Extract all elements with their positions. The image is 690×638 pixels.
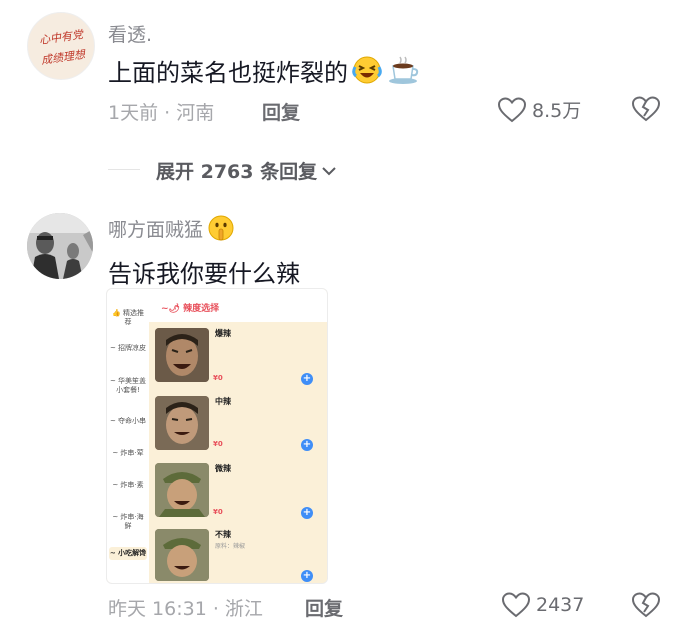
menu-sidebar: 👍 精选推荐 ~ 招牌凉皮 ~ 华美笙盖小套餐! ~ 夺命小串 ~ 炸串·荤 ~… [107, 289, 149, 583]
reply-button[interactable]: 回复 [305, 594, 343, 621]
chevron-down-icon [321, 163, 337, 179]
attached-image[interactable]: 👍 精选推荐 ~ 招牌凉皮 ~ 华美笙盖小套餐! ~ 夺命小串 ~ 炸串·荤 ~… [106, 288, 328, 584]
chili-icon: ~🌶 [161, 304, 180, 314]
broken-heart-icon [631, 592, 661, 622]
broken-heart-icon [631, 96, 661, 126]
comment-time-location: 1天前 · 河南 [108, 102, 215, 124]
heart-icon [497, 96, 527, 123]
comment-username[interactable]: 看透. [108, 20, 152, 47]
dislike-button[interactable] [631, 96, 661, 122]
sidebar-item: ~ 炸串·素 [112, 481, 144, 489]
menu-list: 爆辣 ¥0 + 中辣 ¥0 + 微辣 ¥0 + 不辣 原料：辣椒 + [149, 322, 327, 583]
dish-price: ¥0 [213, 508, 223, 516]
dish-price: ¥0 [213, 374, 223, 382]
avatar[interactable] [27, 213, 93, 279]
expand-replies-label: 展开 2763 条回复 [156, 161, 318, 183]
add-to-cart-button[interactable]: + [301, 507, 313, 519]
heart-icon [501, 592, 531, 618]
shushing-face-icon [207, 214, 235, 242]
thumbs-up-icon: 👍 [112, 309, 121, 317]
avatar[interactable]: 心中有党 成绩理想 [27, 12, 95, 80]
sidebar-item-active: ~ 小吃解馋 [109, 547, 147, 560]
like-button[interactable]: 2437 [501, 592, 585, 618]
add-to-cart-button[interactable]: + [301, 570, 313, 582]
grinning-squint-tears-icon [352, 55, 382, 85]
like-count: 2437 [536, 594, 585, 616]
dish-photo [155, 328, 209, 382]
sidebar-item: ~ 华美笙盖小套餐! [109, 377, 147, 394]
comment-time-location: 昨天 16:31 · 浙江 [108, 598, 263, 620]
dish-price: ¥0 [213, 440, 223, 448]
sidebar-item: 👍 精选推荐 [112, 309, 144, 326]
dish-name: 中辣 [215, 397, 231, 406]
menu-header: ~🌶 辣度选择 [149, 289, 327, 322]
dish-name: 爆辣 [215, 329, 231, 338]
comment-text: 告诉我你要什么辣 [108, 260, 300, 288]
reply-button[interactable]: 回复 [262, 98, 300, 125]
sidebar-item: ~ 炸串·海鲜 [112, 513, 144, 530]
dish-name: 微辣 [215, 464, 231, 473]
avatar-text: 成绩理想 [40, 47, 86, 67]
dish-name: 不辣 [215, 530, 231, 539]
comment-header: 哪方面贼猛 [108, 214, 235, 242]
add-to-cart-button[interactable]: + [301, 439, 313, 451]
add-to-cart-button[interactable]: + [301, 373, 313, 385]
like-count: 8.5万 [532, 100, 582, 122]
like-button[interactable]: 8.5万 [497, 96, 582, 123]
comment-body: 上面的菜名也挺炸裂的 [108, 54, 420, 87]
dish-photo [155, 529, 209, 581]
dish-ingredients: 原料：辣椒 [215, 543, 246, 550]
dislike-button[interactable] [631, 592, 661, 618]
expand-replies-button[interactable]: 展开 2763 条回复 [156, 157, 337, 184]
comment-username[interactable]: 哪方面贼猛 [108, 215, 203, 242]
divider [108, 169, 140, 170]
menu-header-label: ~🌶 辣度选择 [161, 304, 220, 314]
comment-text: 上面的菜名也挺炸裂的 [108, 58, 348, 87]
dish-photo [155, 396, 209, 450]
dish-photo [155, 463, 209, 517]
sidebar-item: ~ 招牌凉皮 [109, 344, 147, 352]
sidebar-item: ~ 夺命小串 [109, 417, 147, 425]
sidebar-item: ~ 炸串·荤 [112, 449, 144, 457]
hot-beverage-icon [388, 55, 420, 85]
